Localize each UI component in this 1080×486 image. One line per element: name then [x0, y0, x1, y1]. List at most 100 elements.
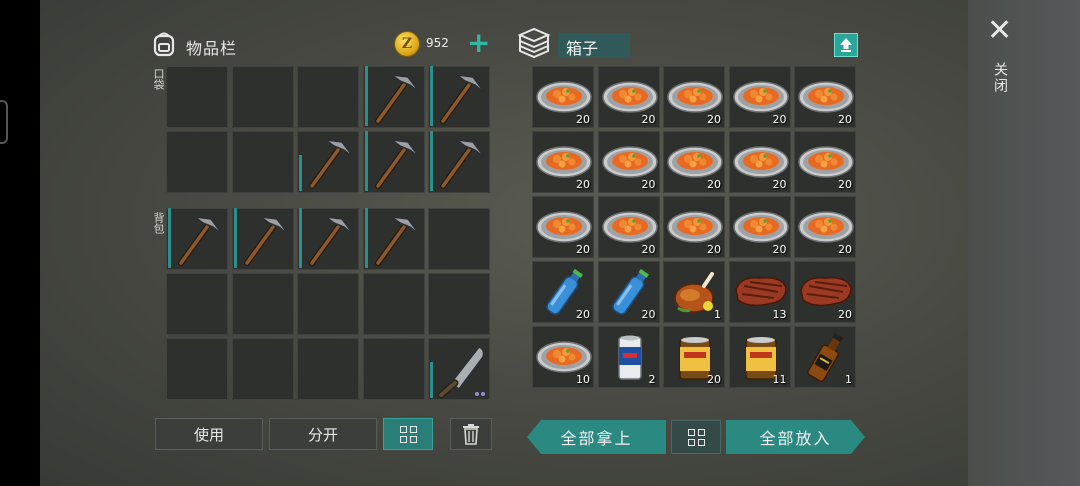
box-slot[interactable]: 20	[663, 131, 725, 193]
item-count: 1	[845, 373, 852, 386]
box-slot[interactable]: 10	[532, 326, 594, 388]
delete-button[interactable]	[450, 418, 492, 450]
item-count: 10	[576, 373, 590, 386]
item-count: 13	[772, 308, 787, 321]
close-label: 关闭	[992, 62, 1008, 94]
item-count: 20	[576, 243, 590, 256]
item-count: 1	[714, 308, 721, 321]
box-slot[interactable]: 20	[532, 196, 594, 258]
pocket-slot[interactable]	[362, 66, 425, 128]
grid-icon	[399, 425, 417, 443]
box-slot[interactable]: 20	[794, 261, 856, 323]
screen-bezel	[0, 0, 40, 486]
pocket-slot[interactable]	[428, 66, 490, 128]
box-slot[interactable]: 1	[663, 261, 725, 323]
item-count: 20	[838, 178, 852, 191]
inventory-grid-view-button[interactable]	[383, 418, 433, 450]
trash-icon	[463, 424, 479, 445]
box-slot[interactable]: 20	[663, 196, 725, 258]
box-slot[interactable]: 20	[532, 131, 594, 193]
inventory-screen: 物品栏 Z 952 + 口袋 背包 使用 分开 箱子 20 20 20 20 2…	[40, 0, 1080, 486]
box-slot[interactable]: 20	[794, 131, 856, 193]
backpack-slot[interactable]	[428, 338, 490, 400]
item-count: 20	[707, 178, 721, 191]
backpack-slot-empty[interactable]	[166, 338, 228, 400]
backpack-slot[interactable]	[166, 208, 228, 270]
durability-bar	[364, 66, 368, 126]
durability-bar	[299, 208, 302, 268]
box-slot[interactable]: 11	[728, 326, 791, 388]
durability-bar	[430, 66, 433, 126]
box-slot[interactable]: 20	[597, 261, 660, 323]
box-slot[interactable]: 13	[728, 261, 791, 323]
box-slot[interactable]: 20	[597, 131, 660, 193]
item-count: 20	[772, 243, 787, 256]
box-slot[interactable]: 1	[794, 326, 856, 388]
split-button[interactable]: 分开	[269, 418, 377, 450]
put-all-button[interactable]: 全部放入	[726, 420, 865, 454]
box-stack-icon	[516, 27, 552, 63]
add-coins-button[interactable]: +	[467, 29, 490, 57]
box-slot[interactable]: 20	[728, 131, 791, 193]
durability-bar	[364, 208, 368, 268]
box-slot[interactable]: 20	[597, 196, 660, 258]
pocket-slot[interactable]	[428, 131, 490, 193]
backpack-slot-empty[interactable]	[166, 273, 228, 335]
box-slot[interactable]: 20	[728, 196, 791, 258]
pocket-slot-empty[interactable]	[166, 131, 228, 193]
backpack-slot[interactable]	[231, 208, 294, 270]
backpack-slot-empty[interactable]	[362, 273, 425, 335]
pocket-slot[interactable]	[297, 131, 359, 193]
backpack-slot[interactable]	[297, 208, 359, 270]
backpack-slot-empty[interactable]	[428, 208, 490, 270]
item-count: 20	[576, 308, 590, 321]
box-slot[interactable]: 20	[794, 66, 856, 128]
box-grid-view-button[interactable]	[671, 420, 721, 454]
item-count: 11	[772, 373, 787, 386]
backpack-slot-empty[interactable]	[231, 338, 294, 400]
backpack-icon	[150, 30, 178, 62]
backpack-slot-empty[interactable]	[428, 273, 490, 335]
use-button[interactable]: 使用	[155, 418, 263, 450]
backpack-slot-empty[interactable]	[297, 338, 359, 400]
item-count: 20	[641, 113, 656, 126]
grid-icon	[687, 428, 705, 446]
durability-bar	[168, 208, 171, 268]
pocket-slot-empty[interactable]	[231, 66, 294, 128]
pocket-slot-empty[interactable]	[231, 131, 294, 193]
upload-button[interactable]	[834, 33, 858, 57]
pocket-slot[interactable]	[362, 131, 425, 193]
durability-bar	[364, 131, 368, 191]
backpack-label: 背包	[152, 212, 165, 234]
item-count: 20	[576, 178, 590, 191]
item-count: 20	[838, 113, 852, 126]
item-count: 20	[576, 113, 590, 126]
item-count: 20	[838, 243, 852, 256]
backpack-slot-empty[interactable]	[362, 338, 425, 400]
take-all-button[interactable]: 全部拿上	[527, 420, 666, 454]
pocket-slot-empty[interactable]	[166, 66, 228, 128]
box-slot[interactable]: 20	[532, 66, 594, 128]
close-panel	[968, 0, 1080, 486]
item-count: 20	[707, 373, 721, 386]
box-slot[interactable]: 20	[794, 196, 856, 258]
pocket-slot-empty[interactable]	[297, 66, 359, 128]
close-button[interactable]: ✕	[987, 16, 1012, 46]
backpack-slot-empty[interactable]	[297, 273, 359, 335]
backpack-slot[interactable]	[362, 208, 425, 270]
durability-bar	[430, 131, 433, 191]
item-count: 20	[707, 243, 721, 256]
backpack-slot-empty[interactable]	[231, 273, 294, 335]
item-count: 2	[648, 373, 656, 386]
quality-dots	[475, 392, 485, 396]
coin-count: 952	[426, 36, 449, 50]
box-slot[interactable]: 20	[597, 66, 660, 128]
box-title: 箱子	[558, 33, 630, 58]
box-slot[interactable]: 2	[597, 326, 660, 388]
box-slot[interactable]: 20	[532, 261, 594, 323]
item-count: 20	[772, 113, 787, 126]
box-slot[interactable]: 20	[663, 66, 725, 128]
box-slot[interactable]: 20	[663, 326, 725, 388]
box-slot[interactable]: 20	[728, 66, 791, 128]
item-count: 20	[838, 308, 852, 321]
